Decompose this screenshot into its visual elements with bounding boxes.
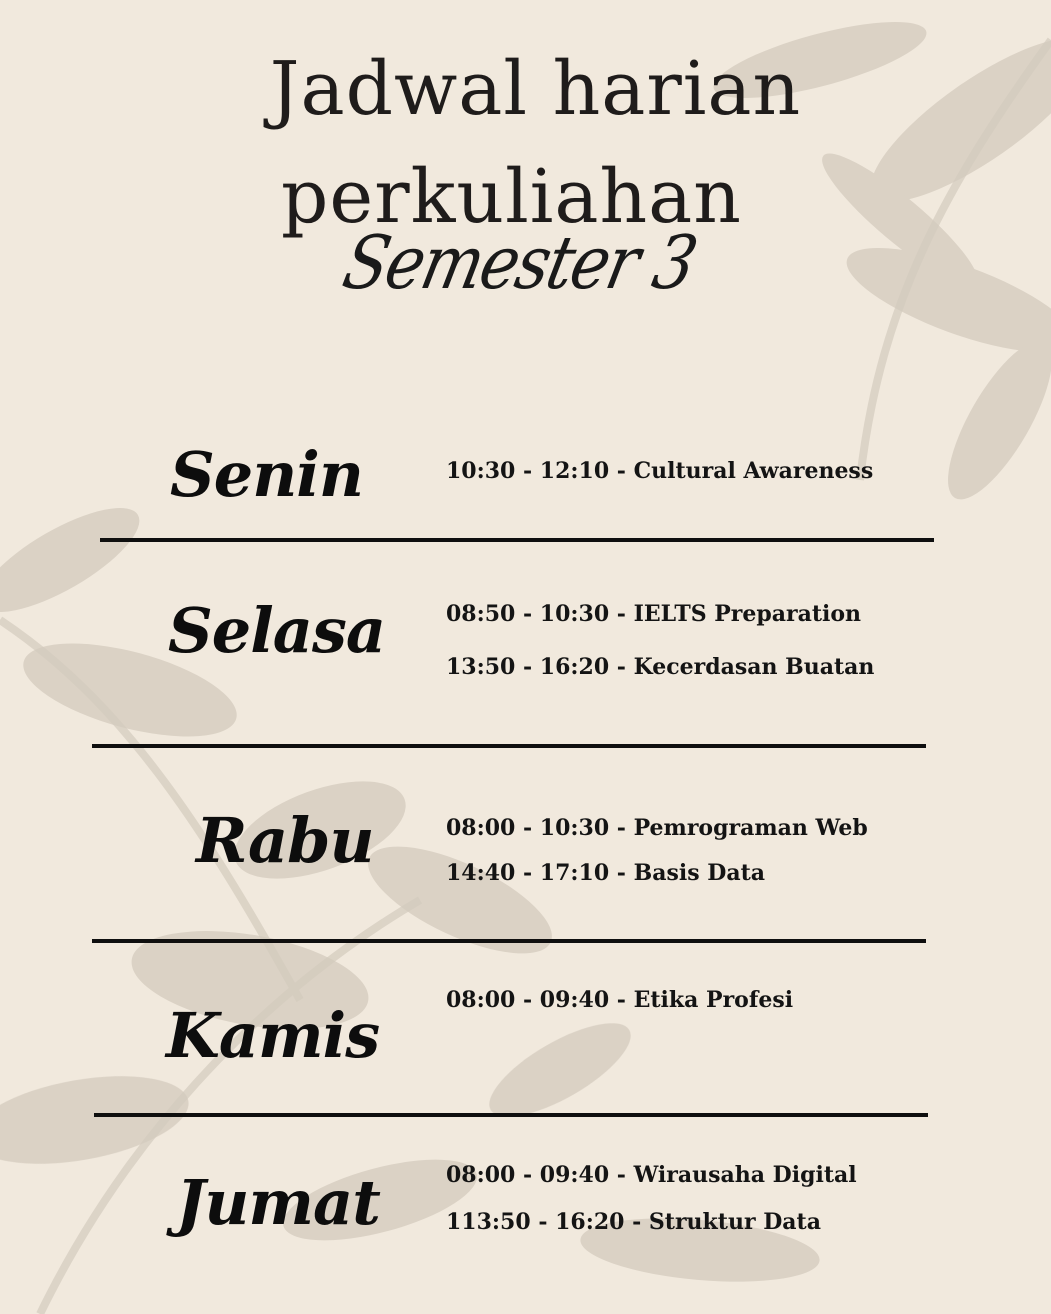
schedule-entry: 14:40 - 17:10 - Basis Data	[446, 860, 765, 886]
day-label-jumat: Jumat	[176, 1166, 381, 1239]
schedule-entry: 13:50 - 16:20 - Kecerdasan Buatan	[446, 654, 875, 680]
schedule-entry: 113:50 - 16:20 - Struktur Data	[446, 1209, 821, 1235]
schedule-entry: 08:50 - 10:30 - IELTS Preparation	[446, 601, 862, 627]
row-divider	[92, 939, 926, 943]
row-divider	[100, 538, 934, 542]
schedule-entry: 08:00 - 09:40 - Etika Profesi	[446, 987, 794, 1013]
day-label-kamis: Kamis	[166, 999, 380, 1072]
schedule-entry: 08:00 - 09:40 - Wirausaha Digital	[446, 1162, 857, 1188]
schedule-entry: 08:00 - 10:30 - Pemrograman Web	[446, 815, 868, 841]
row-divider	[92, 744, 926, 748]
day-label-selasa: Selasa	[168, 594, 386, 667]
semester-subtitle: Semester 3	[335, 221, 703, 307]
day-label-rabu: Rabu	[196, 804, 375, 877]
row-divider	[94, 1113, 928, 1117]
schedule-entry: 10:30 - 12:10 - Cultural Awareness	[446, 458, 874, 484]
page-title-line-1: Jadwal harian	[269, 46, 802, 132]
day-label-senin: Senin	[170, 438, 364, 511]
